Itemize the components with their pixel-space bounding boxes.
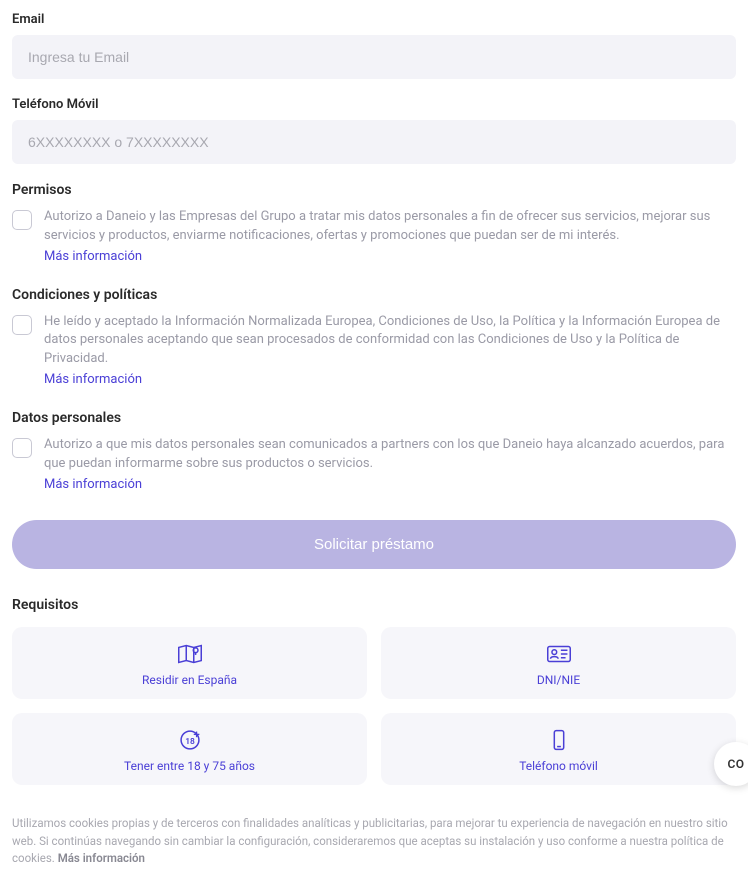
permissions-checkbox[interactable] — [12, 210, 32, 230]
requirements-title: Requisitos — [12, 597, 736, 613]
svg-text:18: 18 — [185, 737, 195, 747]
map-pin-icon — [175, 641, 205, 667]
requirement-label: Teléfono móvil — [519, 759, 598, 773]
requirement-card-phone: Teléfono móvil — [381, 713, 736, 785]
permissions-text: Autorizo a Daneio y las Empresas del Gru… — [44, 209, 710, 243]
requirement-label: DNI/NIE — [537, 673, 580, 687]
permissions-more-link[interactable]: Más información — [44, 248, 736, 267]
conditions-text: He leído y aceptado la Información Norma… — [44, 314, 720, 367]
email-label: Email — [12, 12, 736, 27]
personal-text-block: Autorizo a que mis datos personales sean… — [44, 436, 736, 495]
requirement-label: Tener entre 18 y 75 años — [124, 759, 255, 773]
personal-more-link[interactable]: Más información — [44, 476, 736, 495]
submit-button[interactable]: Solicitar préstamo — [12, 520, 736, 569]
cookies-notice: Utilizamos cookies propias y de terceros… — [12, 815, 736, 867]
personal-text: Autorizo a que mis datos personales sean… — [44, 437, 724, 471]
conditions-row: He leído y aceptado la Información Norma… — [12, 313, 736, 390]
requirements-grid: Residir en España DNI/NIE 18 Tener entre… — [12, 627, 736, 785]
email-input[interactable] — [12, 35, 736, 79]
permissions-row: Autorizo a Daneio y las Empresas del Gru… — [12, 208, 736, 267]
mobile-phone-icon — [544, 727, 574, 753]
conditions-title: Condiciones y políticas — [12, 287, 736, 303]
requirement-card-id: DNI/NIE — [381, 627, 736, 699]
age-18-icon: 18 — [175, 727, 205, 753]
personal-title: Datos personales — [12, 410, 736, 426]
cookies-more-link[interactable]: Más información — [58, 851, 145, 865]
requirement-card-age: 18 Tener entre 18 y 75 años — [12, 713, 367, 785]
conditions-checkbox[interactable] — [12, 315, 32, 335]
personal-row: Autorizo a que mis datos personales sean… — [12, 436, 736, 495]
conditions-more-link[interactable]: Más información — [44, 371, 736, 390]
id-card-icon — [544, 641, 574, 667]
requirement-label: Residir en España — [142, 673, 237, 687]
permissions-title: Permisos — [12, 182, 736, 198]
personal-checkbox[interactable] — [12, 438, 32, 458]
phone-label: Teléfono Móvil — [12, 97, 736, 112]
phone-input[interactable] — [12, 120, 736, 164]
permissions-text-block: Autorizo a Daneio y las Empresas del Gru… — [44, 208, 736, 267]
requirement-card-reside: Residir en España — [12, 627, 367, 699]
conditions-text-block: He leído y aceptado la Información Norma… — [44, 313, 736, 390]
